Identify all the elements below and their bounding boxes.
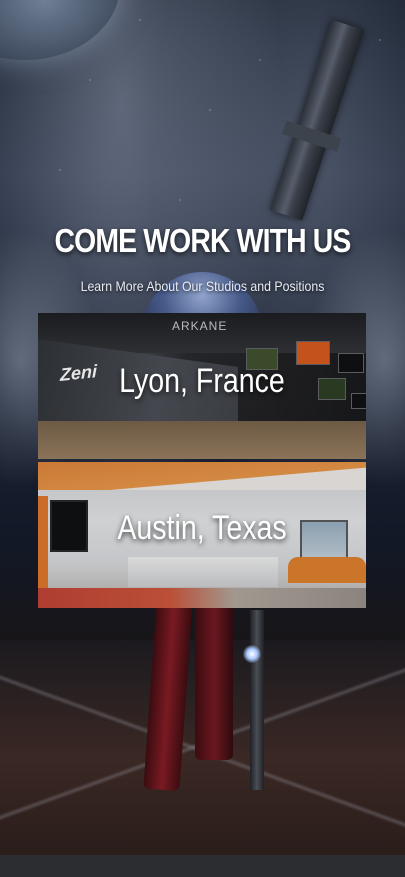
lyon-photo-floor <box>38 421 366 459</box>
studio-card-title: Lyon, France <box>119 362 285 400</box>
page-subheadline: Learn More About Our Studios and Positio… <box>80 278 325 294</box>
studio-card-austin[interactable]: Austin, Texas <box>38 462 366 608</box>
lyon-photo-arkane-sign: ARKANE <box>172 319 228 333</box>
character-leg-left <box>143 598 193 792</box>
footer-bar <box>0 855 405 877</box>
studio-card-title: Austin, Texas <box>117 509 287 547</box>
character-leg-right <box>195 600 233 760</box>
studio-card-lyon[interactable]: ARKANE Zeni Lyon, France <box>38 313 366 459</box>
character-weapon <box>250 610 264 790</box>
lyon-photo-screen <box>351 393 366 409</box>
character-illustration <box>140 598 264 850</box>
careers-page: COME WORK WITH US Learn More About Our S… <box>0 0 405 877</box>
lyon-photo-screen <box>338 353 364 373</box>
page-headline: COME WORK WITH US <box>54 222 352 259</box>
light-glow <box>243 645 261 663</box>
